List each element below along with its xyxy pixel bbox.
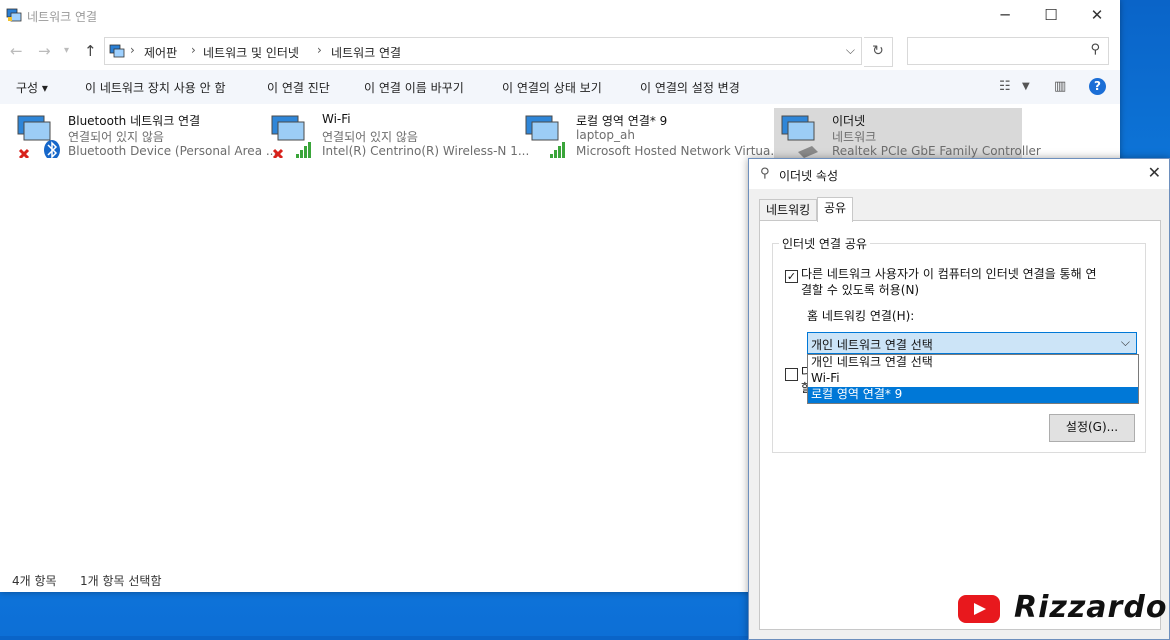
combo-selected-value: 개인 네트워크 연결 선택 [811, 338, 933, 352]
address-bar[interactable]: › 제어판 › 네트워크 및 인터넷 › 네트워크 연결 ⌵ [104, 37, 862, 65]
network-connections-app-icon [6, 8, 22, 22]
home-networking-combo[interactable]: 개인 네트워크 연결 선택 ⌵ [807, 332, 1137, 354]
connection-name: Bluetooth 네트워크 연결 [68, 114, 201, 128]
up-arrow-icon[interactable]: ↑ [84, 42, 97, 60]
window-title: 네트워크 연결 [27, 10, 98, 24]
refresh-button[interactable]: ↻ [864, 37, 893, 67]
home-networking-dropdown-list: 개인 네트워크 연결 선택 Wi-Fi 로컬 영역 연결* 9 [807, 354, 1139, 404]
back-arrow-icon[interactable]: ← [10, 42, 23, 60]
dialog-close-icon[interactable]: ✕ [1148, 163, 1161, 182]
address-dropdown-icon[interactable]: ⌵ [846, 43, 855, 58]
address-row: ← → ▾ ↑ › 제어판 › 네트워크 및 인터넷 › 네트워크 연결 ⌵ ↻… [0, 34, 1120, 68]
allow-sharing-checkbox[interactable]: ✓ [785, 270, 798, 283]
youtube-logo-icon [958, 595, 1000, 623]
organize-menu[interactable]: 구성 ▾ [16, 79, 48, 96]
home-networking-label: 홈 네트워킹 연결(H): [807, 309, 915, 323]
allow-control-checkbox[interactable] [785, 368, 798, 381]
connection-item-local-area-9[interactable]: 로컬 영역 연결* 9 laptop_ah Microsoft Hosted N… [508, 108, 782, 160]
internet-connection-sharing-group: 인터넷 연결 공유 ✓ 다른 네트워크 사용자가 이 컴퓨터의 인터넷 연결을 … [772, 235, 1146, 453]
view-options-chevron-icon[interactable]: ▼ [1022, 81, 1030, 92]
dialog-title-bar: ⚲ 이더넷 속성 ✕ [749, 159, 1169, 189]
breadcrumb-network-connections[interactable]: 네트워크 연결 [331, 44, 401, 61]
allow-sharing-label-1: 다른 네트워크 사용자가 이 컴퓨터의 인터넷 연결을 통해 연 [801, 267, 1097, 281]
command-bar: 구성 ▾ 이 네트워크 장치 사용 안 함 이 연결 진단 이 연결 이름 바꾸… [0, 70, 1120, 104]
connection-device: Bluetooth Device (Personal Area ... [68, 144, 278, 158]
connection-device: Microsoft Hosted Network Virtua... [576, 144, 782, 158]
sharing-tab-page: 인터넷 연결 공유 ✓ 다른 네트워크 사용자가 이 컴퓨터의 인터넷 연결을 … [759, 220, 1161, 630]
help-icon[interactable]: ? [1089, 78, 1106, 95]
group-title: 인터넷 연결 공유 [779, 235, 870, 252]
hosted-network-icon [525, 115, 565, 158]
dropdown-option[interactable]: 개인 네트워크 연결 선택 [808, 355, 1138, 371]
ethernet-network-icon [781, 115, 818, 158]
connection-device: Intel(R) Centrino(R) Wireless-N 1... [322, 144, 530, 158]
tab-sharing[interactable]: 공유 [817, 197, 854, 222]
connection-item-ethernet[interactable]: 이더넷 네트워크 Realtek PCIe GbE Family Control… [774, 108, 1041, 160]
dropdown-option-highlighted[interactable]: 로컬 영역 연결* 9 [808, 387, 1138, 403]
close-button[interactable]: ✕ [1074, 0, 1120, 32]
forward-arrow-icon[interactable]: → [38, 42, 51, 60]
change-view-icon[interactable]: ☷ [999, 79, 1011, 94]
search-icon: ⚲ [1090, 42, 1100, 57]
disable-device-command[interactable]: 이 네트워크 장치 사용 안 함 [85, 79, 226, 96]
connection-status: 연결되어 있지 않음 [68, 130, 164, 144]
connection-name: Wi-Fi [322, 112, 351, 126]
watermark-text: Rizzardo [1014, 590, 1168, 625]
settings-button[interactable]: 설정(G)... [1049, 414, 1135, 442]
rename-command[interactable]: 이 연결 이름 바꾸기 [364, 79, 464, 96]
connection-status: laptop_ah [576, 128, 635, 142]
dropdown-option[interactable]: Wi-Fi [808, 371, 1138, 387]
change-settings-command[interactable]: 이 연결의 설정 변경 [640, 79, 740, 96]
diagnose-command[interactable]: 이 연결 진단 [267, 79, 330, 96]
control-panel-icon [109, 44, 125, 58]
connection-status: 네트워크 [832, 130, 877, 144]
search-box[interactable]: ⚲ [907, 37, 1109, 65]
status-bar: 4개 항목 1개 항목 선택함 [0, 566, 740, 592]
network-adapter-icon: ⚲ [760, 166, 770, 181]
tab-networking[interactable]: 네트워킹 [759, 199, 818, 221]
allow-sharing-label-2: 결할 수 있도록 허용(N) [801, 283, 920, 297]
connection-item-bluetooth[interactable]: Bluetooth 네트워크 연결 연결되어 있지 않음 Bluetooth D… [0, 108, 277, 160]
connection-name: 로컬 영역 연결* 9 [576, 114, 668, 128]
connection-item-wifi[interactable]: Wi-Fi 연결되어 있지 않음 Intel(R) Centrino(R) Wi… [254, 108, 529, 160]
breadcrumb-separator-icon: › [317, 43, 322, 57]
chevron-down-icon: ⌵ [1120, 335, 1130, 349]
minimize-button[interactable]: ─ [982, 0, 1028, 32]
bluetooth-network-icon [17, 115, 60, 158]
breadcrumb-separator-icon: › [191, 43, 196, 57]
breadcrumb-control-panel[interactable]: 제어판 [144, 44, 177, 61]
breadcrumb-separator-icon: › [130, 43, 135, 57]
connection-device: Realtek PCIe GbE Family Controller [832, 144, 1041, 158]
ethernet-properties-dialog: ⚲ 이더넷 속성 ✕ 네트워킹 공유 인터넷 연결 공유 ✓ 다른 네트워크 사… [748, 158, 1170, 640]
recent-locations-chevron-icon[interactable]: ▾ [64, 45, 69, 56]
view-status-command[interactable]: 이 연결의 상태 보기 [502, 79, 602, 96]
preview-pane-icon[interactable]: ▥ [1054, 79, 1066, 94]
title-bar: 네트워크 연결 ─ ☐ ✕ [0, 0, 1120, 32]
maximize-button[interactable]: ☐ [1028, 0, 1074, 32]
dialog-title: 이더넷 속성 [779, 169, 839, 183]
connection-name: 이더넷 [832, 114, 866, 128]
channel-watermark: Rizzardo [958, 590, 1168, 630]
item-count: 4개 항목 [12, 574, 57, 588]
breadcrumb-network-internet[interactable]: 네트워크 및 인터넷 [203, 44, 299, 61]
connection-status: 연결되어 있지 않음 [322, 130, 418, 144]
wifi-network-icon [271, 115, 311, 158]
selected-count: 1개 항목 선택함 [80, 574, 162, 588]
